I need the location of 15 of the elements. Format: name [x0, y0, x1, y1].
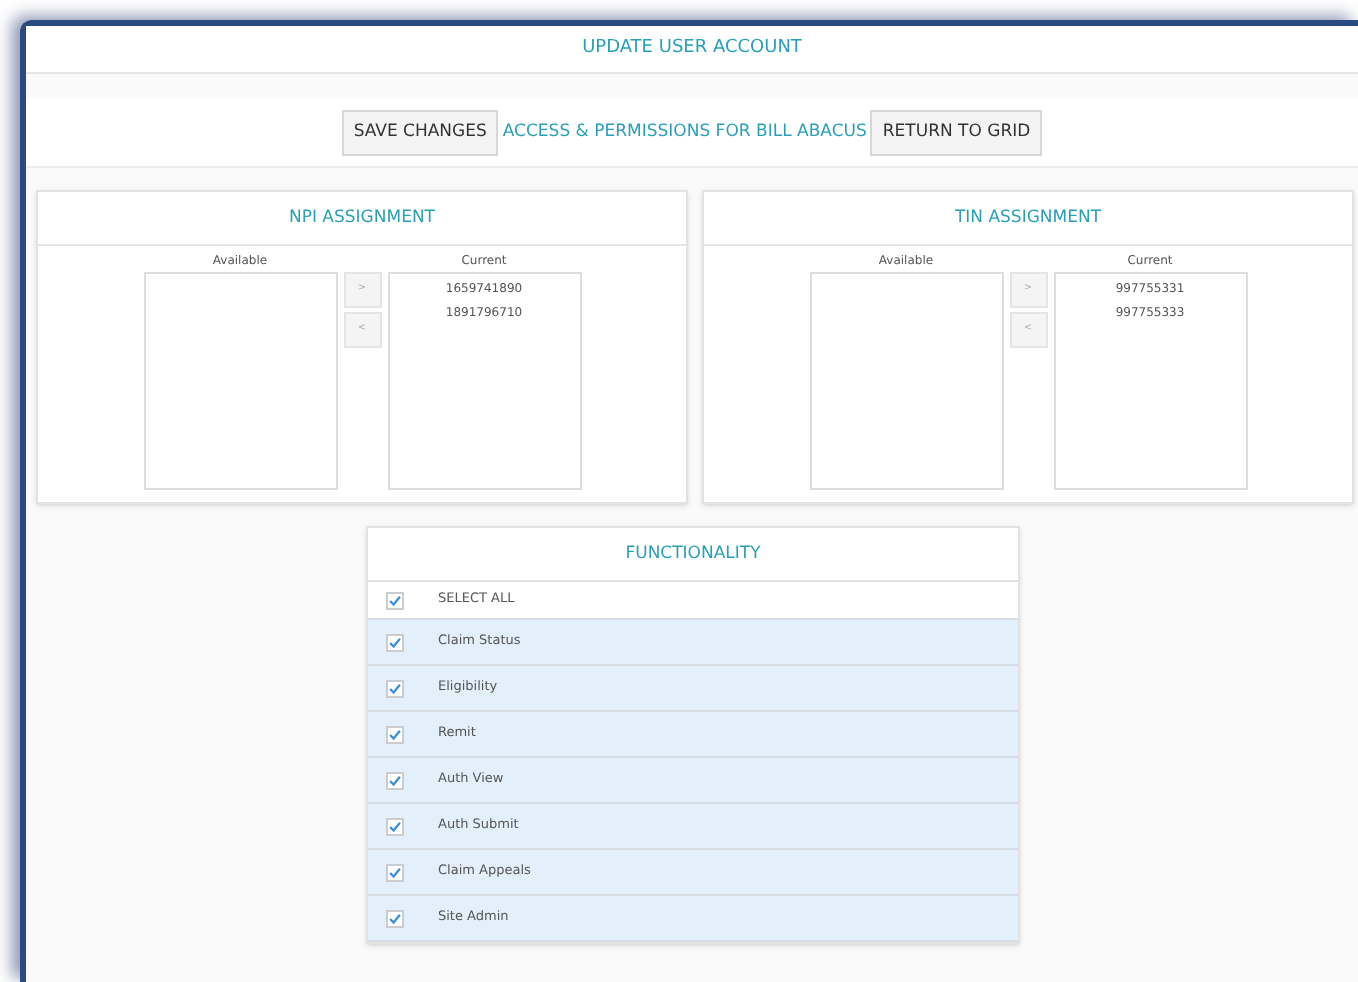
checkbox[interactable]	[386, 679, 404, 697]
checkbox[interactable]	[386, 633, 404, 651]
checkbox[interactable]	[386, 591, 404, 609]
panel-title: FUNCTIONALITY	[625, 541, 761, 567]
checkbox[interactable]	[386, 909, 404, 927]
checkbox[interactable]	[386, 771, 404, 789]
save-changes-button[interactable]: SAVE CHANGES	[341, 109, 499, 155]
return-to-grid-button[interactable]: RETURN TO GRID	[870, 109, 1043, 155]
checkbox[interactable]	[386, 817, 404, 835]
checkbox[interactable]	[386, 863, 404, 881]
panel-title: TIN ASSIGNMENT	[954, 205, 1102, 231]
panel-title: NPI ASSIGNMENT	[288, 205, 435, 231]
window-title: UPDATE USER ACCOUNT	[582, 35, 802, 62]
page-heading: ACCESS & PERMISSIONS FOR BILL ABACUS	[502, 119, 867, 145]
checkbox[interactable]	[386, 725, 404, 743]
